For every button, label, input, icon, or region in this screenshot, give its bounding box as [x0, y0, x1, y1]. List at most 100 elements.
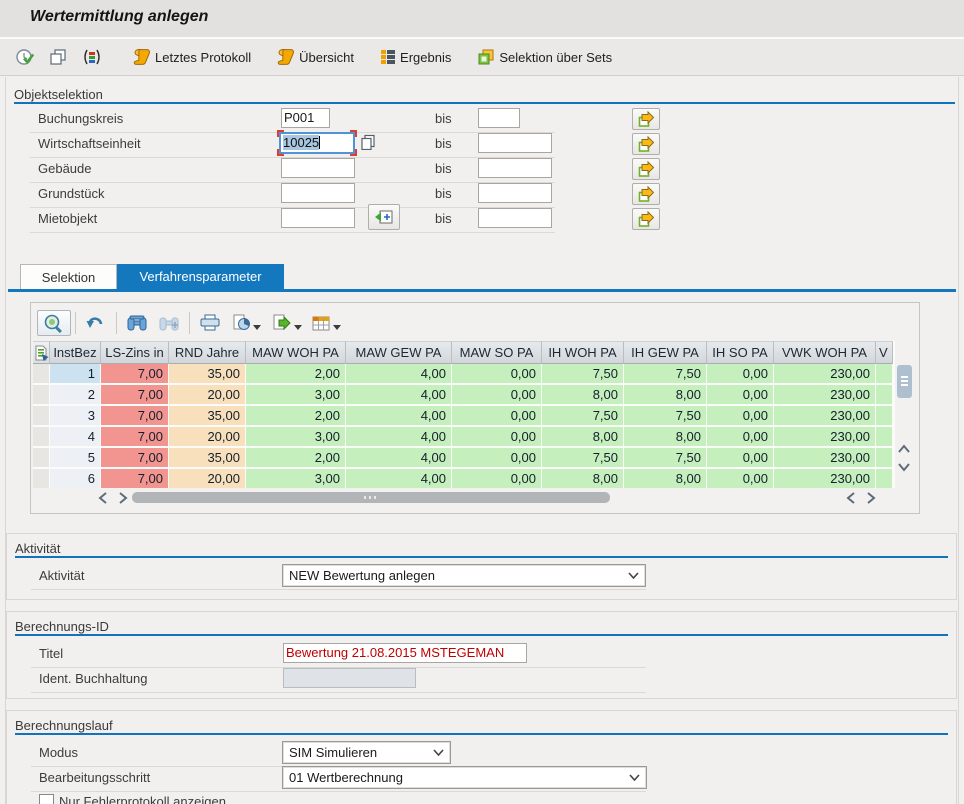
letztes-protokoll-button[interactable]: Letztes Protokoll — [128, 45, 256, 69]
grid-cell[interactable]: 2,00 — [246, 448, 346, 469]
scroll-left-page-button[interactable] — [845, 491, 857, 505]
grid-cell[interactable]: 2 — [50, 385, 101, 406]
grid-cell[interactable]: 230,00 — [774, 385, 876, 406]
grid-cell[interactable] — [876, 469, 893, 488]
col-header-ih-gew[interactable]: IH GEW PA — [624, 341, 707, 364]
grid-cell[interactable]: 3,00 — [246, 469, 346, 488]
mietobjekt-input[interactable] — [281, 208, 355, 228]
print-button[interactable] — [194, 311, 226, 335]
titel-input[interactable]: Bewertung 21.08.2015 MSTEGEMAN — [283, 643, 527, 663]
grid-cell[interactable]: 0,00 — [707, 406, 774, 427]
col-header-maw-so[interactable]: MAW SO PA — [452, 341, 542, 364]
grid-cell[interactable]: 0,00 — [452, 427, 542, 448]
grid-cell[interactable]: 1 — [50, 364, 101, 385]
grid-cell[interactable]: 0,00 — [707, 364, 774, 385]
grid-style-icon[interactable] — [33, 341, 50, 364]
grid-cell[interactable]: 4 — [50, 427, 101, 448]
wirtschaftseinheit-input[interactable]: 10025 — [279, 132, 355, 154]
grid-cell[interactable]: 7,00 — [101, 427, 169, 448]
grundstueck-bis-input[interactable] — [478, 183, 552, 203]
scroll-down-button[interactable] — [897, 461, 911, 473]
scroll-left-button[interactable] — [97, 491, 109, 505]
grid-cell[interactable]: 7,50 — [542, 406, 624, 427]
multi-select-button-grundstueck[interactable] — [632, 183, 660, 205]
col-header-instbez[interactable]: InstBez — [50, 341, 101, 364]
scroll-right-page-button[interactable] — [865, 491, 877, 505]
export-button[interactable] — [266, 311, 307, 335]
grid-cell[interactable] — [876, 406, 893, 427]
tab-verfahrensparameter[interactable]: Verfahrensparameter — [117, 264, 284, 289]
gebaeude-bis-input[interactable] — [478, 158, 552, 178]
grid-cell[interactable] — [876, 364, 893, 385]
grid-cell[interactable]: 5 — [50, 448, 101, 469]
grid-cell[interactable]: 8,00 — [542, 469, 624, 488]
grid-cell[interactable]: 4,00 — [346, 406, 452, 427]
grid-cell[interactable]: 0,00 — [452, 385, 542, 406]
col-header-ih-woh[interactable]: IH WOH PA — [542, 341, 624, 364]
grid-cell[interactable]: 0,00 — [452, 364, 542, 385]
grid-cell[interactable]: 230,00 — [774, 364, 876, 385]
variant-list-button[interactable] — [76, 45, 108, 69]
multi-select-button-mietobjekt[interactable] — [632, 208, 660, 230]
modus-dropdown[interactable]: SIM Simulieren — [283, 742, 450, 763]
ergebnis-button[interactable]: Ergebnis — [375, 46, 456, 68]
multi-select-button-wirtschaftseinheit[interactable] — [632, 133, 660, 155]
find-button[interactable] — [121, 311, 153, 335]
grid-cell[interactable]: 2,00 — [246, 406, 346, 427]
grid-cell[interactable]: 20,00 — [169, 469, 246, 488]
buchungskreis-input[interactable]: P001 — [281, 108, 330, 128]
row-select-cell[interactable] — [33, 406, 50, 427]
grid-cell[interactable]: 4,00 — [346, 427, 452, 448]
find-next-button[interactable] — [153, 311, 185, 335]
mietobjekt-selection-button[interactable] — [368, 204, 400, 230]
grid-cell[interactable]: 230,00 — [774, 406, 876, 427]
grid-cell[interactable]: 0,00 — [707, 427, 774, 448]
grid-cell[interactable]: 3,00 — [246, 385, 346, 406]
row-select-cell[interactable] — [33, 385, 50, 406]
grid-cell[interactable]: 8,00 — [542, 427, 624, 448]
grid-cell[interactable]: 8,00 — [542, 385, 624, 406]
grid-cell[interactable]: 7,00 — [101, 385, 169, 406]
gebaeude-input[interactable] — [281, 158, 355, 178]
grid-cell[interactable]: 2,00 — [246, 364, 346, 385]
grid-cell[interactable]: 3 — [50, 406, 101, 427]
row-select-cell[interactable] — [33, 364, 50, 385]
grid-cell[interactable]: 8,00 — [624, 469, 707, 488]
undo-button[interactable] — [80, 311, 112, 335]
grid-cell[interactable]: 35,00 — [169, 364, 246, 385]
grid-cell[interactable]: 20,00 — [169, 427, 246, 448]
grid-cell[interactable]: 8,00 — [624, 427, 707, 448]
grid-cell[interactable]: 230,00 — [774, 448, 876, 469]
grid-cell[interactable]: 0,00 — [707, 385, 774, 406]
scroll-up-button[interactable] — [897, 443, 911, 455]
grid-cell[interactable]: 230,00 — [774, 427, 876, 448]
row-select-cell[interactable] — [33, 448, 50, 469]
scroll-right-button[interactable] — [117, 491, 129, 505]
grid-cell[interactable]: 7,00 — [101, 469, 169, 488]
col-header-maw-woh[interactable]: MAW WOH PA — [246, 341, 346, 364]
col-header-v[interactable]: V — [876, 341, 893, 364]
grid-cell[interactable]: 7,00 — [101, 364, 169, 385]
buchungskreis-bis-input[interactable] — [478, 108, 520, 128]
multi-select-button-buchungskreis[interactable] — [632, 108, 660, 130]
grid-cell[interactable]: 0,00 — [452, 448, 542, 469]
grid-cell[interactable]: 3,00 — [246, 427, 346, 448]
views-button[interactable] — [226, 311, 266, 335]
execute-button[interactable] — [10, 44, 40, 70]
grid-cell[interactable]: 4,00 — [346, 385, 452, 406]
mietobjekt-bis-input[interactable] — [478, 208, 552, 228]
multi-select-button-gebaeude[interactable] — [632, 158, 660, 180]
col-header-vwk-woh[interactable]: VWK WOH PA — [774, 341, 876, 364]
value-help-button[interactable] — [356, 131, 380, 153]
col-header-ls-zins[interactable]: LS-Zins in — [101, 341, 169, 364]
grid-cell[interactable]: 7,50 — [624, 364, 707, 385]
col-header-rnd-jahre[interactable]: RND Jahre — [169, 341, 246, 364]
vertical-scrollbar-thumb[interactable] — [897, 365, 912, 398]
grid-cell[interactable]: 4,00 — [346, 448, 452, 469]
grid-cell[interactable]: 35,00 — [169, 406, 246, 427]
col-header-maw-gew[interactable]: MAW GEW PA — [346, 341, 452, 364]
grid-cell[interactable]: 0,00 — [452, 406, 542, 427]
grid-cell[interactable] — [876, 385, 893, 406]
nur-fehlerprotokoll-checkbox[interactable] — [39, 794, 54, 804]
detail-button[interactable] — [37, 310, 71, 336]
